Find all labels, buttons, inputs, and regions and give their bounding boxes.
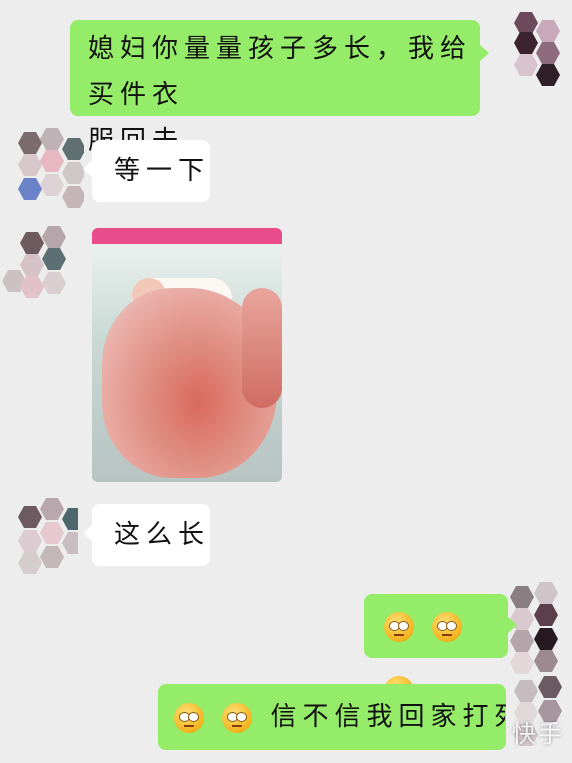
rolling-eyes-emoji — [174, 702, 204, 733]
message-text: 这么长 — [114, 520, 211, 550]
contact-avatar[interactable] — [14, 128, 84, 208]
image-band — [92, 228, 282, 244]
message-text: 信不信我回家打死你 — [270, 702, 506, 732]
contact-avatar[interactable] — [8, 496, 78, 576]
message-bubble-own[interactable] — [364, 594, 517, 706]
message-text: 等一下 — [114, 156, 211, 186]
message-text-line: 媳妇你量量孩子多长，我给买件衣 — [88, 34, 473, 110]
rolling-eyes-emoji — [222, 702, 253, 733]
message-bubble-own[interactable]: 媳妇你量量孩子多长，我给买件衣 服回去 — [70, 20, 489, 156]
contact-avatar[interactable] — [2, 226, 72, 306]
rolling-eyes-emoji — [384, 611, 414, 642]
message-bubble-contact[interactable]: 这么长 — [83, 504, 211, 566]
rolling-eyes-emoji — [432, 611, 463, 642]
message-image[interactable] — [92, 228, 282, 482]
message-bubble-own[interactable]: 信不信我回家打死你 — [158, 684, 506, 750]
app-watermark: 快手 — [512, 720, 564, 748]
own-avatar[interactable] — [508, 12, 572, 92]
image-thumb — [242, 288, 282, 408]
message-bubble-contact[interactable]: 等一下 — [83, 140, 211, 202]
